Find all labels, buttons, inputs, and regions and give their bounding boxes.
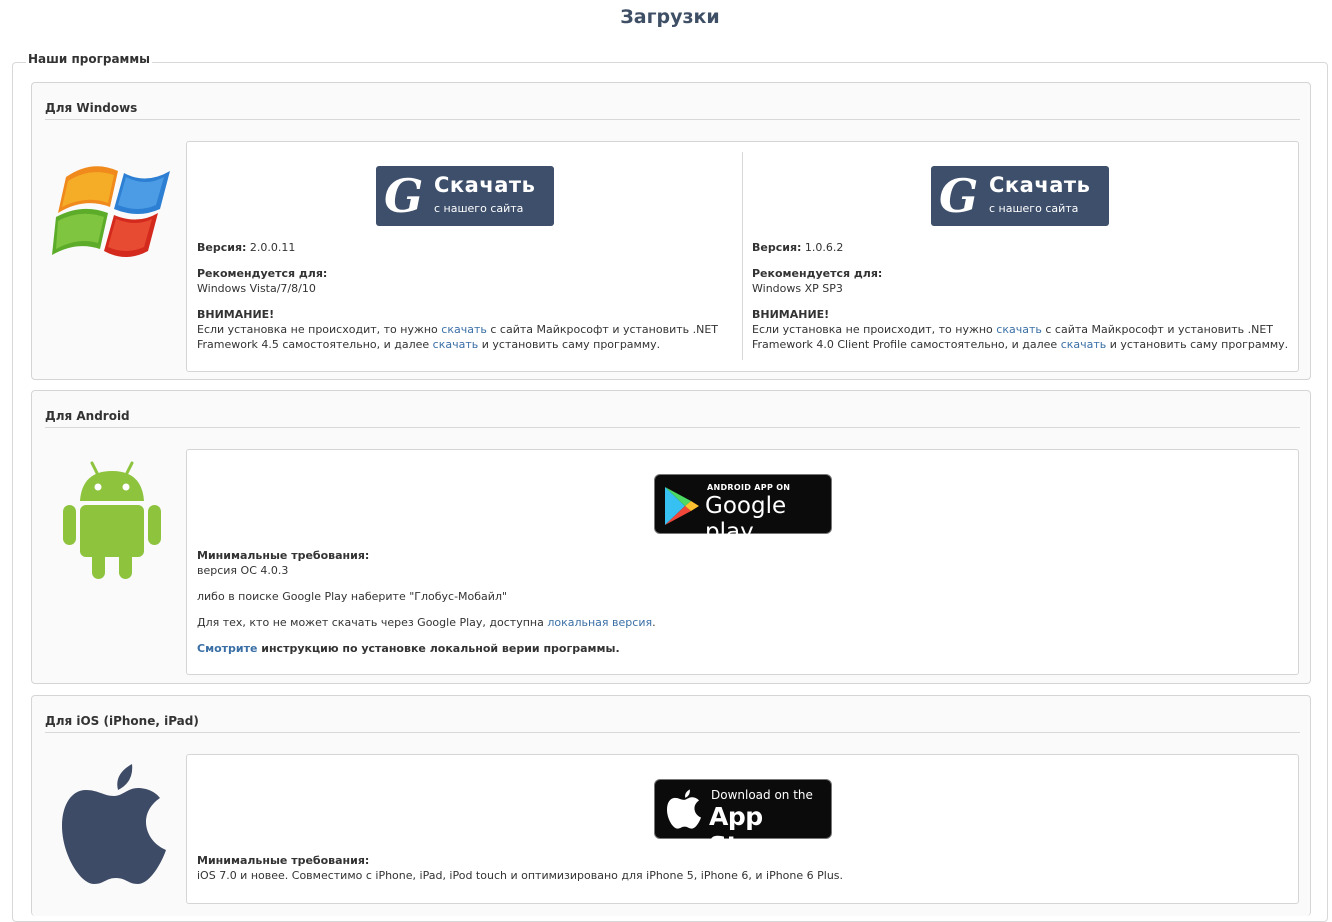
download-button-label: Скачать (989, 173, 1091, 197)
version-line: Версия: 1.0.6.2 (752, 240, 843, 255)
local-text-part: . (652, 616, 656, 629)
windows-logo-icon (52, 155, 174, 270)
app-store-main-label: App Store (709, 802, 783, 860)
version-label: Версия: (197, 241, 247, 254)
android-section: Для Android ANDROID APP ON Google play М… (31, 390, 1311, 684)
download-button-windows-1[interactable]: G Скачать с нашего сайта (376, 166, 554, 226)
requirements-label: Минимальные требования: (197, 854, 370, 867)
requirements-label: Минимальные требования: (197, 549, 370, 562)
requirements-value: версия ОС 4.0.3 (197, 564, 289, 577)
app-store-top-label: Download on the (711, 788, 813, 802)
download-net-link[interactable]: скачать (996, 323, 1042, 336)
version-value: 2.0.0.11 (249, 241, 296, 254)
search-hint: либо в поиске Google Play наберите "Глоб… (197, 590, 508, 603)
google-play-button[interactable]: ANDROID APP ON Google play (654, 474, 832, 545)
app-store-button[interactable]: Download on the App Store (654, 779, 832, 860)
windows-divider (742, 152, 743, 360)
download-net-link[interactable]: скачать (441, 323, 487, 336)
android-card: ANDROID APP ON Google play Минимальные т… (186, 449, 1299, 675)
globus-g-icon: G (939, 169, 979, 223)
warning-text: Если установка не происходит, то нужно с… (752, 322, 1297, 352)
apple-logo-icon (62, 762, 166, 889)
apple-badge-icon (667, 788, 701, 833)
instruction-text: Смотрите инструкцию по установке локальн… (197, 641, 620, 656)
version-value: 1.0.6.2 (804, 241, 844, 254)
version-label: Версия: (752, 241, 802, 254)
android-logo-icon (60, 459, 170, 586)
recommended-label: Рекомендуется для: (752, 267, 883, 280)
google-play-main-label: Google play (705, 493, 787, 545)
warning-part: и установить саму программу. (1106, 338, 1289, 351)
ios-section: Для iOS (iPhone, iPad) Download on the A… (31, 695, 1311, 916)
download-button-sublabel: с нашего сайта (434, 202, 524, 215)
download-button-sublabel: с нашего сайта (989, 202, 1079, 215)
warning-part: Framework 4.5 самостоятельно, и далее (197, 338, 433, 351)
warning-part: Framework 4.0 Client Profile самостоятел… (752, 338, 1061, 351)
windows-section: Для Windows G Скачать с нашего сайта Вер… (31, 82, 1311, 380)
local-text-part: Для тех, кто не может скачать через Goog… (197, 616, 548, 629)
local-version-link[interactable]: локальная версия (547, 616, 652, 629)
globus-g-icon: G (384, 169, 424, 223)
warning-label: ВНИМАНИЕ! (752, 308, 830, 321)
page-title: Загрузки (620, 6, 720, 28)
google-play-icon (663, 485, 701, 530)
programs-legend: Наши программы (26, 52, 153, 66)
warning-part: с сайта Майкрософт и установить .NET (486, 323, 719, 336)
version-line: Версия: 2.0.0.11 (197, 240, 295, 255)
download-program-link[interactable]: скачать (1061, 338, 1107, 351)
requirements-value: iOS 7.0 и новее. Совместимо с iPhone, iP… (197, 869, 844, 882)
download-button-label: Скачать (434, 173, 536, 197)
instruction-text-part: инструкцию по установке локальной верии … (257, 642, 620, 655)
google-play-top-label: ANDROID APP ON (707, 483, 791, 492)
recommended-value: Windows XP SP3 (752, 282, 843, 295)
recommended-value: Windows Vista/7/8/10 (197, 282, 316, 295)
local-version-text: Для тех, кто не может скачать через Goog… (197, 615, 656, 630)
ios-section-title: Для iOS (iPhone, iPad) (45, 714, 1300, 733)
instruction-link[interactable]: Смотрите (197, 642, 257, 655)
recommended-label: Рекомендуется для: (197, 267, 328, 280)
warning-part: и установить саму программу. (478, 338, 661, 351)
download-program-link[interactable]: скачать (433, 338, 479, 351)
windows-section-title: Для Windows (45, 101, 1300, 120)
windows-card: G Скачать с нашего сайта Версия: 2.0.0.1… (186, 141, 1299, 372)
warning-label: ВНИМАНИЕ! (197, 308, 275, 321)
warning-text: Если установка не происходит, то нужно с… (197, 322, 737, 352)
android-section-title: Для Android (45, 409, 1300, 428)
download-button-windows-2[interactable]: G Скачать с нашего сайта (931, 166, 1109, 226)
warning-part: с сайта Майкрософт и установить .NET (1041, 323, 1274, 336)
warning-part: Если установка не происходит, то нужно (197, 323, 442, 336)
warning-part: Если установка не происходит, то нужно (752, 323, 997, 336)
ios-card: Download on the App Store Минимальные тр… (186, 754, 1299, 904)
